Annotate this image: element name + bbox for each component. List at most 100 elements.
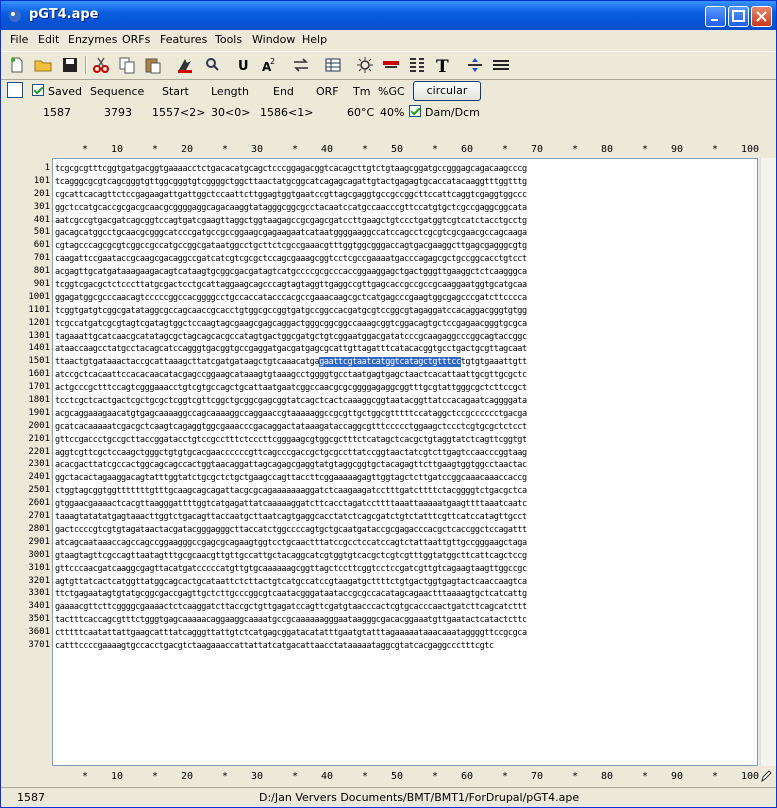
line-number: 3101: [28, 562, 50, 573]
ruler-tick: 10: [111, 144, 124, 155]
sequence-text[interactable]: tcgcgcgtttcggtgatgacggtgaaaacctctgacacat…: [55, 163, 527, 653]
search-icon[interactable]: [202, 55, 222, 75]
sequence-line[interactable]: ggctacactagaaggacagtatttggtatctgcgctctgc…: [55, 472, 527, 485]
menu-enzymes[interactable]: Enzymes: [68, 33, 117, 46]
ruler-tick: 30: [251, 771, 264, 782]
ruler-tick: 100: [741, 144, 760, 155]
sequence-line[interactable]: atcagcaataaaccagccagccggaagggccgagcgcaga…: [55, 537, 527, 550]
maximize-button[interactable]: [728, 6, 749, 27]
sequence-line[interactable]: actgcccgctttccagtcgggaaacctgtcgtgccagctg…: [55, 382, 527, 395]
sequence-line[interactable]: tcggtcgacgctctcccttatgcgactcctgcattaggaa…: [55, 279, 527, 292]
minimize-button[interactable]: [705, 6, 726, 27]
reverse-complement-icon[interactable]: [291, 55, 311, 75]
title-bar[interactable]: pGT4.ape: [1, 1, 776, 30]
sequence-line[interactable]: taaagtatatatgagtaaacttggtctgacagttaccaat…: [55, 511, 527, 524]
sequence-line[interactable]: ttctgagaatagtgtatgcggcgaccgagttgctcttgcc…: [55, 588, 527, 601]
table-icon[interactable]: [323, 55, 343, 75]
paste-icon[interactable]: [143, 55, 163, 75]
sequence-line[interactable]: aggtcgttcgctccaagctgggctgtgtgcacgaaccccc…: [55, 447, 527, 460]
ruler-tick: *: [292, 144, 299, 155]
sequence-line[interactable]: ctggtagcggtggtttttttgtttgcaagcagcagattac…: [55, 485, 527, 498]
selected-sequence[interactable]: gaattcgtaatcatggtcatagctgtttcc: [319, 357, 461, 368]
damdcm-checkbox[interactable]: [409, 105, 421, 117]
line-number: 1301: [28, 330, 50, 341]
line-number: 901: [33, 279, 50, 290]
sequence-line[interactable]: ggctccatgcaccgcgacgcaacgcggggaggcagacaag…: [55, 202, 527, 215]
sequence-line[interactable]: tactttcaccagcgtttctgggtgagcaaaaacaggaagg…: [55, 614, 527, 627]
save-icon[interactable]: [60, 55, 80, 75]
open-folder-icon[interactable]: [33, 55, 53, 75]
line-number: 701: [33, 253, 50, 264]
sequence-line[interactable]: catttccccgaaaagtgccacctgacgtctaagaaaccat…: [55, 640, 527, 653]
sequence-line[interactable]: gcatcacaaaaatcgacgctcaagtcagaggtggcgaaac…: [55, 421, 527, 434]
circular-button[interactable]: circular: [413, 81, 481, 101]
barcode-icon[interactable]: [491, 55, 511, 75]
light-icon[interactable]: [355, 55, 375, 75]
cut-icon[interactable]: [91, 55, 111, 75]
sequence-line[interactable]: tcgcgcgtttcggtgatgacggtgaaaacctctgacacat…: [55, 163, 527, 176]
case-toggle-icon[interactable]: A2: [259, 55, 279, 75]
sequence-line[interactable]: acacgacttatcgccactggcagcagccactggtaacagg…: [55, 459, 527, 472]
line-number: 3601: [28, 627, 50, 638]
line-number: 1501: [28, 356, 50, 367]
saved-checkbox[interactable]: [32, 84, 44, 96]
sequence-line[interactable]: gtaagtagttcgccagttaatagtttgcgcaacgttgttg…: [55, 550, 527, 563]
selection-mode-checkbox[interactable]: [7, 82, 23, 98]
vertical-scrollbar[interactable]: [760, 158, 776, 766]
sequence-line[interactable]: acgcaggaaagaacatgtgagcaaaaggccagcaaaaggc…: [55, 408, 527, 421]
menu-help[interactable]: Help: [302, 33, 327, 46]
length-label: Length: [211, 85, 249, 98]
sequence-line[interactable]: caagattccgaataccgcaagcgacaggccgatcatcgtc…: [55, 253, 527, 266]
line-number: 3501: [28, 614, 50, 625]
new-file-icon[interactable]: [7, 55, 27, 75]
sequence-line[interactable]: cgcattcacagttctccgagaagattgattggctccaatt…: [55, 189, 527, 202]
menu-window[interactable]: Window: [252, 33, 295, 46]
sequence-line[interactable]: agtgttatcactcatggttatggcagcactgcataattct…: [55, 576, 527, 589]
text-icon[interactable]: T: [433, 55, 453, 75]
pencil-icon[interactable]: [760, 769, 772, 783]
length-value: 30<0>: [211, 106, 251, 119]
sequence-line[interactable]: cgtagcccagcgcgtcggccgccatgccggcgataatggc…: [55, 240, 527, 253]
ruler-tick: 40: [321, 144, 334, 155]
sequence-line[interactable]: acgagttgcatgataaagaagacagtcataagtgcggcga…: [55, 266, 527, 279]
menu-file[interactable]: File: [10, 33, 28, 46]
sequence-text-area[interactable]: tcgcgcgtttcggtgatgacggtgaaaacctctgacacat…: [52, 158, 758, 766]
sequence-line[interactable]: gacagcatggcctgcaacgcgggcatcccgatgccgccgg…: [55, 227, 527, 240]
sequence-line[interactable]: gttccgaccctgccgcttaccggatacctgtccgcctttc…: [55, 434, 527, 447]
menu-features[interactable]: Features: [160, 33, 207, 46]
ruler-tick: *: [82, 144, 89, 155]
sequence-line[interactable]: gtggaacgaaaactcacgttaagggattttggtcatgaga…: [55, 498, 527, 511]
sequence-line[interactable]: tcgccatgatcgcgtagtcgatagtggctccaagtagcga…: [55, 318, 527, 331]
copy-icon[interactable]: [117, 55, 137, 75]
menu-edit[interactable]: Edit: [38, 33, 59, 46]
menu-tools[interactable]: Tools: [215, 33, 242, 46]
sequence-line[interactable]: tagaaattgcatcaacgcatatagcgctagcagcacgcca…: [55, 331, 527, 344]
ruler-tick: 50: [391, 144, 404, 155]
sequence-line[interactable]: tcctcgctcactgactcgctgcgctcggtcgttcggctgc…: [55, 395, 527, 408]
ruler-tick: *: [642, 771, 649, 782]
status-bar: 1587 D:/Jan Ververs Documents/BMT/BMT1/F…: [1, 787, 776, 808]
sequence-line[interactable]: gactccccgtcgtgtagataactacgatacgggagggctt…: [55, 524, 527, 537]
sequence-line[interactable]: ggagatggcgcccaacagtcccccggccacggggcctgcc…: [55, 292, 527, 305]
line-number: 2601: [28, 498, 50, 509]
alignment-icon[interactable]: [407, 55, 427, 75]
sequence-line[interactable]: gttcccaacgatcaaggcgagttacatgatcccccatgtt…: [55, 563, 527, 576]
sequence-line[interactable]: ttaactgtgataaactaccgcattaaagcttatcgatgat…: [55, 356, 527, 369]
sequence-line[interactable]: atccgctcacaattccacacaacatacgagccggaagcat…: [55, 369, 527, 382]
menu-orfs[interactable]: ORFs: [122, 33, 150, 46]
sequence-line[interactable]: aatcgccgtgacgatcagcggtccagtgatcgaagttagg…: [55, 215, 527, 228]
sequence-line[interactable]: tcagggcgcgtcagcgggtgttggcgggtgtcggggctgg…: [55, 176, 527, 189]
line-number: 2801: [28, 523, 50, 534]
enzyme-map-icon[interactable]: [381, 55, 401, 75]
sequence-line[interactable]: ctttttcaatattattgaagcatttatcagggttattgtc…: [55, 627, 527, 640]
close-button[interactable]: [751, 6, 772, 27]
sequence-line[interactable]: ataaccaagcctatgcctacagcatccagggtgacggtgc…: [55, 343, 527, 356]
sequence-line[interactable]: gaaaacgttcttcggggcgaaaactctcaaggatcttacc…: [55, 601, 527, 614]
line-number-gutter: 1 101 201 301 401 501 601 701 801 901 1001 1101 1201…: [1, 158, 50, 766]
translate-icon[interactable]: [465, 55, 485, 75]
sequence-line[interactable]: tcggtgatgtcggcgatataggcgccagcaaccgcacctg…: [55, 305, 527, 318]
uppercase-icon[interactable]: U: [233, 55, 253, 75]
line-number: 2201: [28, 446, 50, 457]
find-icon[interactable]: [175, 55, 195, 75]
sequence-length-value: 3793: [104, 106, 132, 119]
